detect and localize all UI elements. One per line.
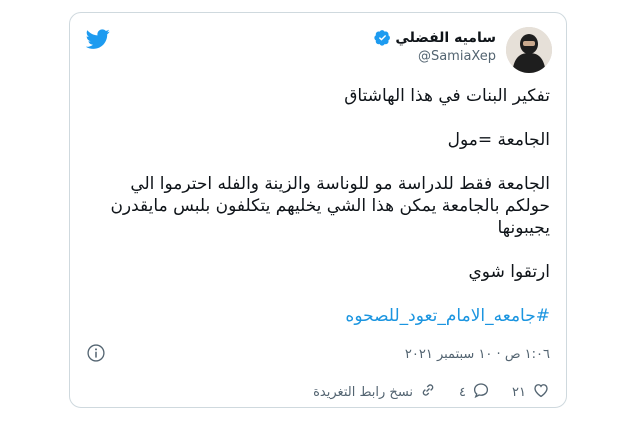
- like-count: ٢١: [512, 384, 526, 400]
- tweet-timestamp[interactable]: ١:٠٦ ص · ١٠ سبتمبر ٢٠٢١: [405, 347, 550, 362]
- tweet-line: الجامعة فقط للدراسة مو للوناسة والزينة و…: [110, 174, 550, 238]
- tweet-card: ساميه الفضلي @SamiaXep تفكير البنات في ه…: [69, 12, 567, 408]
- like-button[interactable]: ٢١: [512, 381, 550, 403]
- reply-button[interactable]: ٤: [459, 381, 490, 403]
- tweet-author: ساميه الفضلي @SamiaXep: [374, 29, 496, 64]
- verified-badge-icon: [374, 29, 391, 46]
- link-icon: [419, 381, 437, 403]
- reply-count: ٤: [459, 384, 467, 400]
- author-handle[interactable]: @SamiaXep: [374, 49, 496, 64]
- avatar[interactable]: [506, 27, 552, 73]
- copy-link-button[interactable]: نسخ رابط التغريدة: [313, 381, 437, 403]
- tweet-text: تفكير البنات في هذا الهاشتاق الجامعة =مو…: [92, 85, 550, 327]
- author-display-name[interactable]: ساميه الفضلي: [395, 30, 496, 46]
- reply-icon: [472, 381, 490, 403]
- tweet-line: الجامعة =مول: [447, 130, 550, 150]
- tweet-actions: ٢١ ٤ نسخ رابط التغريدة: [291, 381, 550, 403]
- info-icon[interactable]: [86, 343, 106, 363]
- tweet-line: ارتقوا شوي: [468, 262, 550, 282]
- twitter-bird-icon[interactable]: [85, 27, 110, 51]
- copy-link-label: نسخ رابط التغريدة: [313, 384, 414, 400]
- tweet-line: تفكير البنات في هذا الهاشتاق: [344, 86, 550, 106]
- heart-icon: [532, 381, 550, 403]
- hashtag-link[interactable]: #جامعه_الامام_تعود_للصحوه: [345, 306, 550, 326]
